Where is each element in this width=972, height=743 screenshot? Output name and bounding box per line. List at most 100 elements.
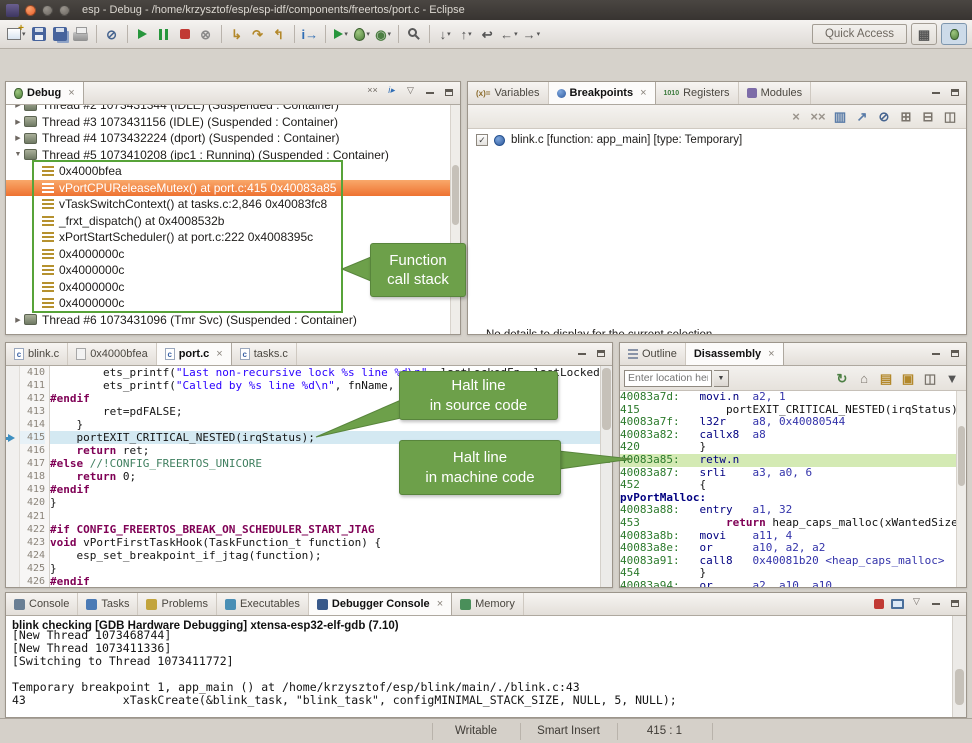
tab-blink-c[interactable]: blink.c [6, 343, 68, 365]
tab-executables[interactable]: Executables [217, 593, 309, 615]
resume-icon[interactable] [133, 23, 153, 45]
external-tools-icon[interactable]: ◉▾ [373, 23, 393, 45]
annotation-ruler-row[interactable] [6, 523, 19, 536]
quick-access-box[interactable]: Quick Access [812, 24, 907, 44]
line-number[interactable]: 424 [20, 549, 45, 562]
maximize-view-icon[interactable] [946, 596, 963, 613]
line-number[interactable]: 413 [20, 405, 45, 418]
view-menu-icon[interactable]: ▽ [402, 85, 419, 102]
tab-port-c[interactable]: port.c × [157, 343, 232, 365]
tab-memory[interactable]: Memory [452, 593, 524, 615]
code-line[interactable]: esp_set_breakpoint_if_jtag(function); [50, 549, 600, 562]
print-icon[interactable] [71, 23, 91, 45]
expand-all-icon[interactable]: ⊞ [896, 106, 916, 128]
line-number[interactable]: 419 [20, 483, 45, 496]
annotation-ruler-row[interactable] [6, 366, 19, 379]
disassembly-line[interactable]: 40083a85: retw.n [620, 454, 956, 467]
code-line[interactable]: ets_printf("Last non-recursive lock %s l… [50, 366, 600, 379]
minimize-view-icon[interactable] [927, 85, 944, 102]
back-icon[interactable]: ←▾ [498, 23, 520, 45]
minimize-view-icon[interactable] [573, 346, 590, 363]
open-perspective-button[interactable]: ▦ [911, 23, 937, 45]
location-dropdown-icon[interactable]: ▼ [714, 370, 729, 387]
maximize-view-icon[interactable] [440, 85, 457, 102]
line-number[interactable]: 412 [20, 392, 45, 405]
disassembly-line[interactable]: 453 return heap_caps_malloc(xWantedSize [620, 517, 956, 530]
disassembly-line[interactable]: 40083a7f: l32r a8, 0x40080544 [620, 416, 956, 429]
editor-scrollbar[interactable] [600, 366, 612, 587]
annotation-ruler-row[interactable] [6, 496, 19, 509]
annotation-ruler-row[interactable] [6, 510, 19, 523]
line-number[interactable]: 415 [20, 431, 45, 444]
maximize-view-icon[interactable] [592, 346, 609, 363]
scrollbar-thumb[interactable] [602, 368, 611, 430]
code-line[interactable]: } [50, 562, 600, 575]
tab-problems[interactable]: Problems [138, 593, 216, 615]
code-line[interactable]: void vPortFirstTaskHook(TaskFunction_t f… [50, 536, 600, 549]
line-number[interactable]: 418 [20, 470, 45, 483]
minimize-view-icon[interactable] [421, 85, 438, 102]
annotation-ruler-row[interactable] [6, 405, 19, 418]
skip-all-breakpoints-icon[interactable]: ⊘ [874, 106, 894, 128]
disassembly-line[interactable]: 454 } [620, 567, 956, 580]
close-icon[interactable]: × [768, 348, 774, 360]
code-line[interactable]: #endif [50, 392, 600, 405]
annotation-ruler-row[interactable] [6, 392, 19, 405]
run-icon[interactable]: ▾ [331, 23, 351, 45]
code-line[interactable]: #else //!CONFIG_FREERTOS_UNICORE [50, 457, 600, 470]
line-number[interactable]: 414 [20, 418, 45, 431]
display-selected-console-icon[interactable] [889, 596, 906, 613]
tab-tasks-c[interactable]: tasks.c [232, 343, 297, 365]
code-area[interactable]: ets_printf("Last non-recursive lock %s l… [50, 366, 600, 587]
remove-breakpoint-icon[interactable]: × [786, 106, 806, 128]
annotation-ruler-row[interactable] [6, 457, 19, 470]
debug-icon[interactable]: ▾ [352, 23, 372, 45]
disassembly-line[interactable]: 415 portEXIT_CRITICAL_NESTED(irqStatus) [620, 404, 956, 417]
line-number[interactable]: 421 [20, 510, 45, 523]
debug-thread-row[interactable]: ▶Thread #2 1073431344 (IDLE) (Suspended … [6, 105, 450, 114]
annotation-ruler-row[interactable] [6, 483, 19, 496]
disassembly-line[interactable]: pvPortMalloc: [620, 492, 956, 505]
view-menu-icon[interactable]: ▽ [908, 596, 925, 613]
link-with-debug-view-icon[interactable]: ◫ [940, 106, 960, 128]
annotation-ruler-row[interactable] [6, 470, 19, 483]
debug-stack-frame-row[interactable]: 0x4000000c [6, 246, 450, 263]
step-over-icon[interactable]: ↷ [248, 23, 268, 45]
track-expression-icon[interactable]: ▣ [898, 367, 918, 389]
next-annotation-icon[interactable]: ↓▾ [435, 23, 455, 45]
scrollbar-thumb[interactable] [955, 669, 964, 705]
search-icon[interactable] [404, 23, 424, 45]
link-with-active-context-icon[interactable]: ◫ [920, 367, 940, 389]
annotation-ruler-row[interactable] [6, 379, 19, 392]
terminate-icon[interactable] [175, 23, 195, 45]
title-bar[interactable]: esp - Debug - /home/krzysztof/esp/esp-id… [0, 0, 972, 20]
console-output[interactable]: blink checking [GDB Hardware Debugging] … [6, 616, 952, 717]
go-to-file-for-breakpoint-icon[interactable]: ↗ [852, 106, 872, 128]
disassembly-line[interactable]: 40083a8b: movi a11, 4 [620, 530, 956, 543]
view-menu-icon[interactable]: ▼ [942, 367, 962, 389]
scrollbar-thumb[interactable] [452, 165, 459, 225]
tab-breakpoints[interactable]: Breakpoints × [549, 82, 656, 104]
close-icon[interactable]: × [68, 87, 74, 99]
debug-stack-frame-row[interactable]: 0x4000000c [6, 279, 450, 296]
maximize-view-icon[interactable] [946, 346, 963, 363]
window-close-button[interactable] [25, 5, 36, 16]
expander-icon[interactable]: ▶ [12, 118, 24, 126]
debug-stack-frame-row[interactable]: 0x4000bfea [6, 163, 450, 180]
annotation-ruler-row[interactable] [6, 562, 19, 575]
collapse-all-icon[interactable]: ⊟ [918, 106, 938, 128]
code-line[interactable]: return ret; [50, 444, 600, 457]
line-number[interactable]: 410 [20, 366, 45, 379]
line-number[interactable]: 425 [20, 562, 45, 575]
maximize-view-icon[interactable] [946, 85, 963, 102]
disassembly-line[interactable]: 40083a82: callx8 a8 [620, 429, 956, 442]
code-line[interactable]: ret=pdFALSE; [50, 405, 600, 418]
step-into-icon[interactable]: ↳ [227, 23, 247, 45]
code-line[interactable]: #endif [50, 575, 600, 587]
expander-icon[interactable]: ▶ [12, 316, 24, 324]
code-line[interactable]: portEXIT_CRITICAL_NESTED(irqStatus); [50, 431, 600, 444]
instruction-stepping-mode-icon[interactable]: i▸ [383, 85, 400, 102]
debug-stack-frame-row[interactable]: 0x4000000c [6, 295, 450, 312]
save-all-icon[interactable] [50, 23, 70, 45]
location-input[interactable] [624, 370, 712, 387]
